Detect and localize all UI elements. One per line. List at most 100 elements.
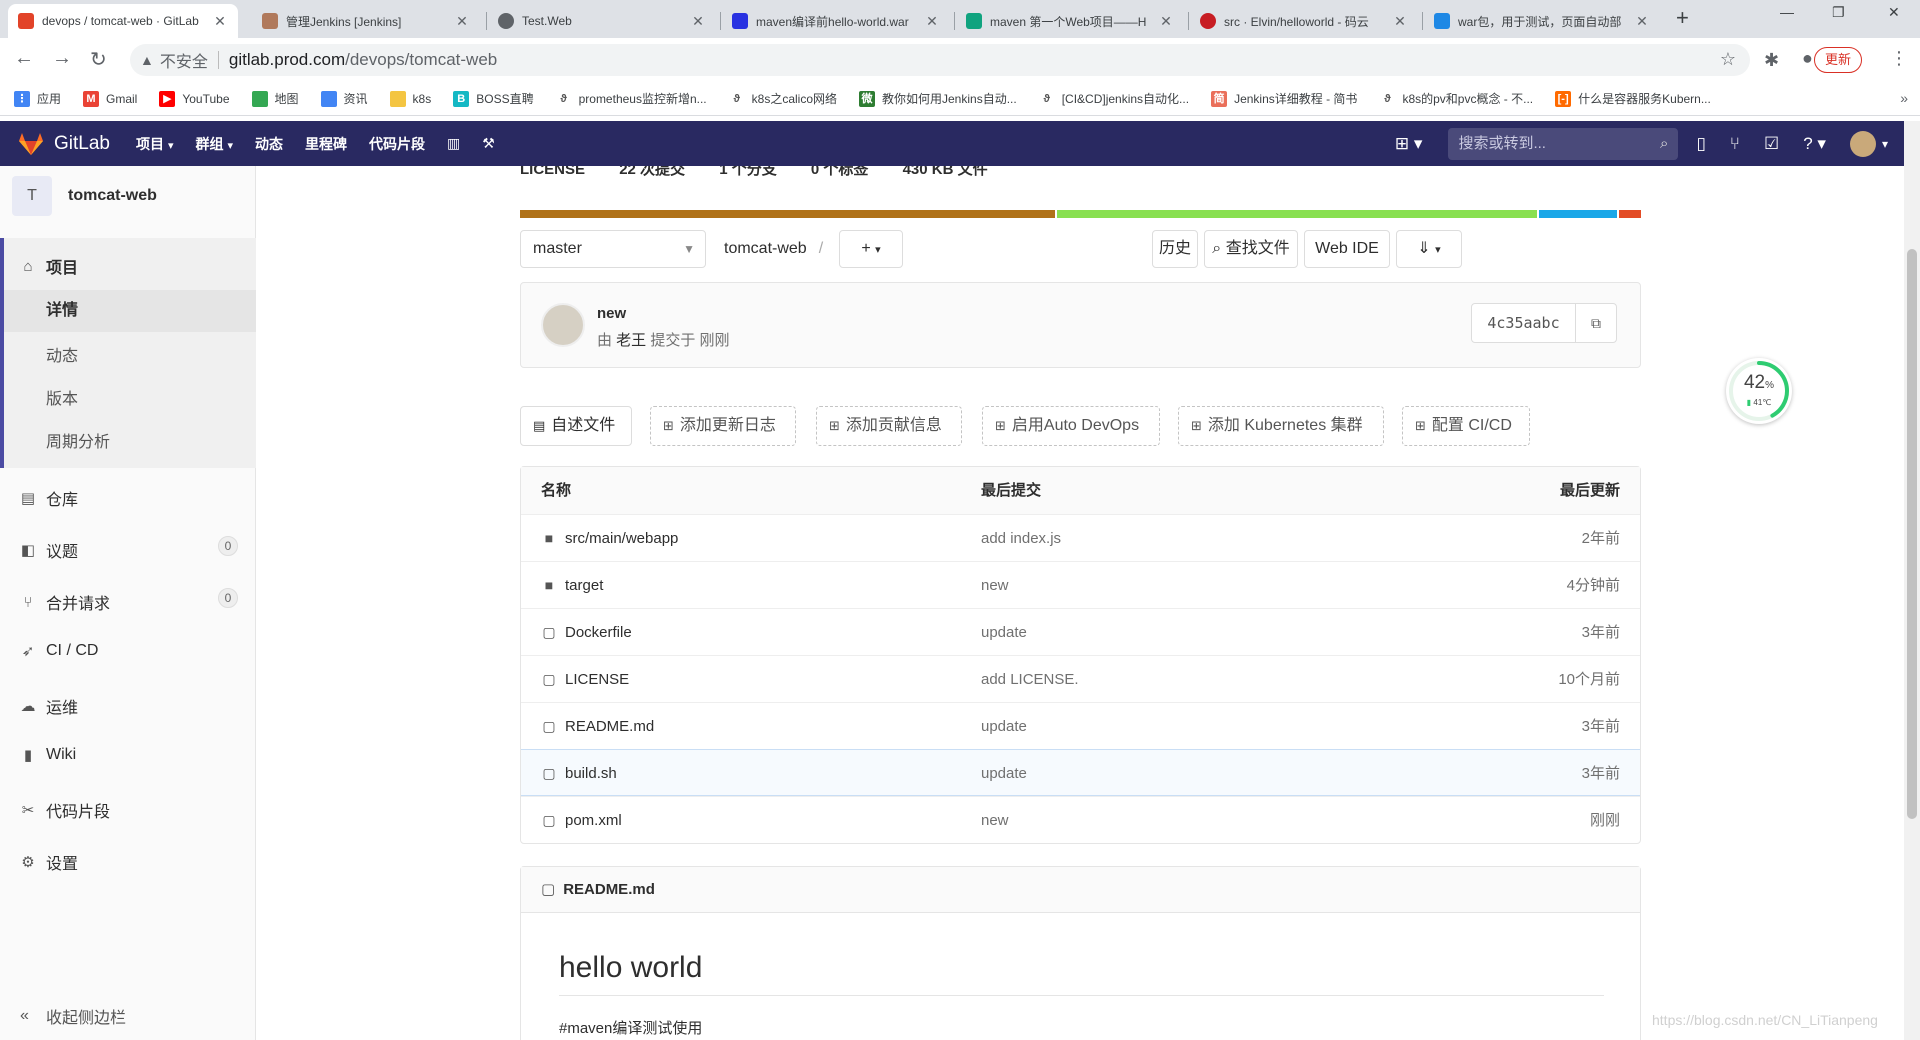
file-commit-link[interactable]: add LICENSE. [981,656,1079,703]
table-row[interactable]: ▢ pom.xml new 刚刚 [521,796,1640,843]
table-row[interactable]: ▢ build.sh update 3年前 [521,749,1640,796]
stat-tags[interactable]: 0 个标签 [811,166,869,178]
sidebar-item-project[interactable]: ⌂ 项目 [20,254,78,278]
file-commit-link[interactable]: update [981,750,1027,797]
bookmark-jenkins-auto[interactable]: 微教你如何用Jenkins自动... [859,90,1017,107]
tab-maven-war[interactable]: maven编译前hello-world.war ✕ [722,4,950,38]
kebab-menu-icon[interactable]: ⋮ [1890,48,1908,69]
tab-gitee[interactable]: src · Elvin/helloworld - 码云 ✕ [1190,4,1418,38]
sidebar-subitem-activity[interactable]: 动态 [46,342,78,366]
todo-check-icon[interactable]: ☑ [1764,134,1779,154]
sidebar-item-operations[interactable]: ☁ 运维 [20,694,79,718]
cpu-monitor-widget[interactable]: 42% ▮ 41℃ [1726,358,1792,424]
update-button[interactable]: 更新 [1814,47,1863,73]
sidebar-item-repository[interactable]: ▤ 仓库 [20,486,78,510]
sidebar-item-snippets[interactable]: ✂ 代码片段 [20,798,110,822]
close-icon[interactable]: ✕ [1392,13,1408,30]
plus-square-icon[interactable]: ⊞ ▾ [1395,134,1423,154]
sidebar-item-merge-requests[interactable]: ⑂ 合并请求 [20,590,110,614]
close-icon[interactable]: ✕ [690,13,706,30]
nav-activity[interactable]: 动态 [255,134,283,154]
sidebar-subitem-cycle-analytics[interactable]: 周期分析 [46,428,110,452]
profile-icon[interactable]: ● [1802,48,1813,69]
history-button[interactable]: 历史 [1152,230,1198,268]
table-row[interactable]: ▢ LICENSE add LICENSE. 10个月前 [521,655,1640,702]
bookmark-maps[interactable]: 地图 [251,90,299,107]
warning-icon[interactable]: ▲ [140,52,154,68]
sidebar-item-ci-cd[interactable]: ➶ CI / CD [20,642,99,660]
stat-branches[interactable]: 1 个分支 [719,166,777,178]
reload-icon[interactable]: ↻ [90,47,107,72]
sidebar-item-issues[interactable]: ◧ 议题 [20,538,78,562]
close-icon[interactable]: ✕ [454,13,470,30]
bookmark-cicd[interactable]: ϑ [CI&CD]jenkins自动化... [1039,90,1190,107]
clone-dropdown-button[interactable]: ⇓ ▾ [1396,230,1462,268]
add-changelog-button[interactable]: ⊞ 添加更新日志 [650,406,796,446]
enable-auto-devops-button[interactable]: ⊞ 启用Auto DevOps [982,406,1160,446]
copy-icon[interactable]: ⧉ [1576,304,1616,342]
bookmark-news[interactable]: 资讯 [320,90,368,107]
table-row[interactable]: ▢ Dockerfile update 3年前 [521,608,1640,655]
breadcrumb-root[interactable]: tomcat-web [724,240,807,257]
help-icon[interactable]: ? ▾ [1803,134,1826,154]
file-name-link[interactable]: src/main/webapp [565,515,678,562]
file-name-link[interactable]: build.sh [565,750,617,797]
bookmark-boss[interactable]: B BOSS直聘 [453,90,534,107]
avatar[interactable] [541,303,585,347]
tab-war-test[interactable]: war包，用于测试，页面自动部 ✕ [1424,4,1660,38]
tab-gitlab[interactable]: devops / tomcat-web · GitLab ✕ [8,4,238,38]
close-icon[interactable]: ✕ [1158,13,1174,30]
file-name-link[interactable]: LICENSE [565,656,629,703]
file-name-link[interactable]: pom.xml [565,797,622,844]
table-row[interactable]: ▢ README.md update 3年前 [521,702,1640,749]
sidebar-subitem-releases[interactable]: 版本 [46,385,78,409]
stat-commits[interactable]: 22 次提交 [619,166,685,178]
bookmark-star-icon[interactable]: ☆ [1720,49,1736,70]
new-tab-icon[interactable]: + [1676,5,1689,31]
close-icon[interactable]: ✕ [212,13,228,30]
scrollbar-thumb[interactable] [1907,249,1917,819]
sidebar-item-wiki[interactable]: ▮ Wiki [20,746,76,764]
bookmark-aliyun[interactable]: [-] 什么是容器服务Kubern... [1555,90,1711,107]
add-file-dropdown[interactable]: + ▾ [839,230,903,268]
nav-snippets[interactable]: 代码片段 [369,134,425,154]
tab-test-web[interactable]: Test.Web ✕ [488,4,716,38]
back-icon[interactable]: ← [14,47,34,70]
bookmark-gmail[interactable]: M Gmail [83,90,137,107]
nav-groups[interactable]: 群组 ▾ [196,134,234,154]
commit-title[interactable]: new [597,305,626,322]
bookmark-apps[interactable]: ⋮ 应用 [14,90,61,107]
file-name-link[interactable]: Dockerfile [565,609,632,656]
file-commit-link[interactable]: update [981,609,1027,656]
bookmark-pv-pvc[interactable]: ϑ k8s的pv和pvc概念 - 不... [1379,90,1533,107]
file-commit-link[interactable]: add index.js [981,515,1061,562]
chevron-down-icon[interactable]: ▾ [1882,137,1888,151]
add-contributing-button[interactable]: ⊞ 添加贡献信息 [816,406,962,446]
web-ide-button[interactable]: Web IDE [1304,230,1390,268]
gitlab-logo[interactable]: GitLab [18,132,110,156]
tab-maven-web[interactable]: maven 第一个Web项目——H ✕ [956,4,1184,38]
restore-icon[interactable]: ❐ [1832,4,1845,21]
file-name-link[interactable]: target [565,562,603,609]
add-kubernetes-cluster-button[interactable]: ⊞ 添加 Kubernetes 集群 [1178,406,1384,446]
wrench-icon[interactable]: ⚒ [482,135,495,152]
bookmark-calico[interactable]: ϑ k8s之calico网络 [729,90,837,107]
commit-sha[interactable]: 4c35aabc [1472,304,1576,342]
merge-request-icon[interactable]: ⑂ [1730,134,1740,154]
sidebar-panel-icon[interactable]: ▯ [1696,134,1705,154]
minimize-icon[interactable]: — [1780,4,1794,20]
file-name-link[interactable]: README.md [565,703,654,750]
close-icon[interactable]: ✕ [924,13,940,30]
page-scrollbar[interactable] [1904,121,1920,1040]
stat-license[interactable]: LICENSE [520,166,585,178]
forward-icon[interactable]: → [52,47,72,70]
search-input[interactable]: 搜索或转到... ⌕ [1448,127,1679,160]
table-row[interactable]: ■ target new 4分钟前 [521,561,1640,608]
sidebar-project-header[interactable]: T tomcat-web [12,176,157,216]
commit-author[interactable]: 老王 [616,332,646,349]
readme-filename[interactable]: README.md [563,881,655,898]
configure-ci-cd-button[interactable]: ⊞ 配置 CI/CD [1402,406,1530,446]
nav-projects[interactable]: 项目 ▾ [136,134,174,154]
close-icon[interactable]: ✕ [1634,13,1650,30]
extensions-icon[interactable]: ✱ [1764,50,1779,71]
